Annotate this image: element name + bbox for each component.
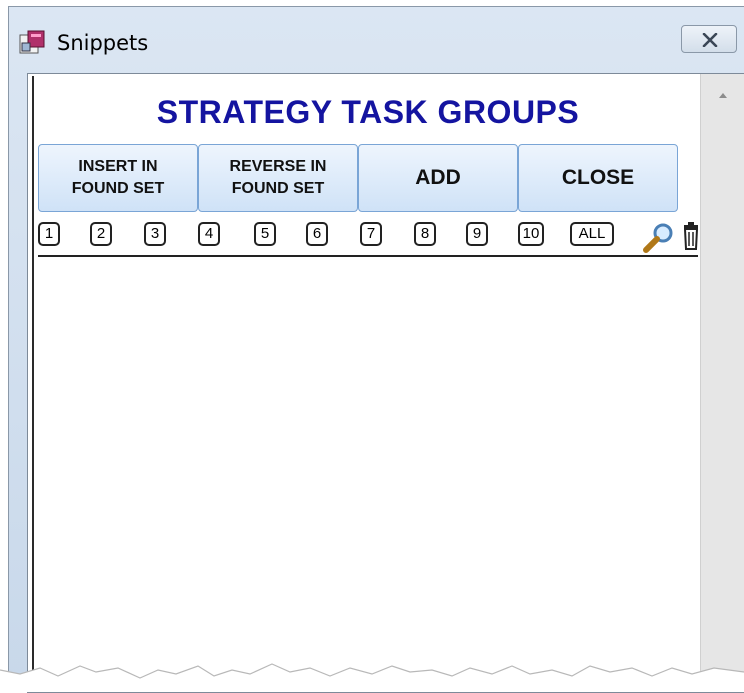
group-tab-5[interactable]: 5 bbox=[254, 222, 276, 246]
chevron-up-icon bbox=[719, 93, 727, 98]
scroll-up-button[interactable] bbox=[701, 74, 744, 114]
content-frame: STRATEGY TASK GROUPS INSERT IN FOUND SET… bbox=[27, 73, 744, 693]
title-bar: Snippets bbox=[9, 7, 744, 67]
group-tab-all[interactable]: ALL bbox=[570, 222, 614, 246]
group-tab-8[interactable]: 8 bbox=[414, 222, 436, 246]
group-tab-2[interactable]: 2 bbox=[90, 222, 112, 246]
add-button[interactable]: ADD bbox=[358, 144, 518, 212]
vertical-scrollbar[interactable] bbox=[700, 74, 744, 692]
search-icon[interactable] bbox=[641, 222, 677, 259]
group-tab-10[interactable]: 10 bbox=[518, 222, 544, 246]
insert-in-found-set-button[interactable]: INSERT IN FOUND SET bbox=[38, 144, 198, 212]
group-tab-9[interactable]: 9 bbox=[466, 222, 488, 246]
snippets-app-icon bbox=[19, 29, 45, 55]
group-tab-1[interactable]: 1 bbox=[38, 222, 60, 246]
trash-icon[interactable] bbox=[683, 222, 699, 257]
group-tab-row: 1 2 3 4 5 6 7 8 9 10 ALL bbox=[38, 222, 698, 254]
page-title: STRATEGY TASK GROUPS bbox=[156, 94, 580, 130]
window-close-button[interactable] bbox=[681, 25, 737, 53]
close-button[interactable]: CLOSE bbox=[518, 144, 678, 212]
snippets-content: STRATEGY TASK GROUPS INSERT IN FOUND SET… bbox=[38, 74, 699, 692]
torn-edge bbox=[0, 663, 744, 692]
tab-row-divider bbox=[38, 255, 698, 257]
group-tab-6[interactable]: 6 bbox=[306, 222, 328, 246]
group-tab-7[interactable]: 7 bbox=[360, 222, 382, 246]
reverse-in-found-set-button[interactable]: REVERSE IN FOUND SET bbox=[198, 144, 358, 212]
group-tab-3[interactable]: 3 bbox=[144, 222, 166, 246]
group-tab-4[interactable]: 4 bbox=[198, 222, 220, 246]
snippets-window: Snippets STRATEGY TASK GROUPS INSERT IN … bbox=[8, 6, 744, 693]
close-icon bbox=[702, 33, 718, 47]
window-title: Snippets bbox=[57, 31, 149, 55]
